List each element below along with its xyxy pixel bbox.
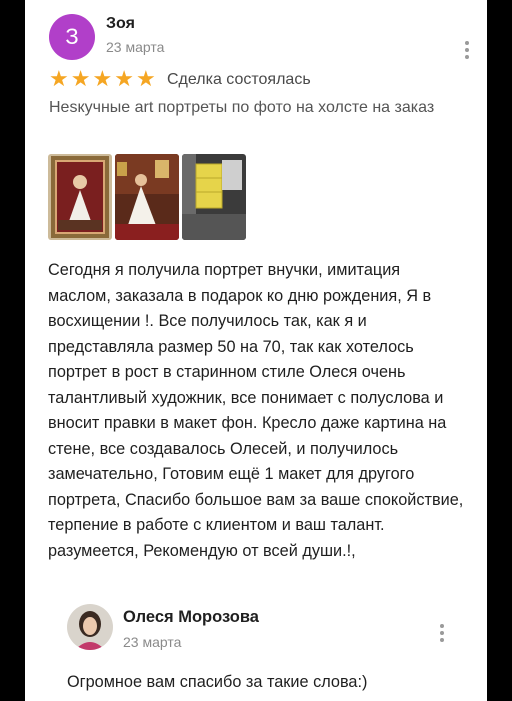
deal-status: Сделка состоялась bbox=[167, 71, 311, 88]
star-icon: ★ bbox=[135, 66, 156, 91]
star-icon: ★ bbox=[70, 66, 91, 91]
more-options-icon[interactable] bbox=[460, 39, 474, 61]
author-avatar[interactable]: З bbox=[49, 14, 95, 60]
product-title-link[interactable]: Hesкучные art портреты по фото на холсте… bbox=[49, 96, 459, 120]
review-photo-2[interactable] bbox=[115, 154, 179, 240]
seller-reply: Олеся Морозова 23 марта Огромное вам спа… bbox=[67, 604, 467, 694]
review-photo-3[interactable] bbox=[182, 154, 246, 240]
star-icon: ★ bbox=[49, 66, 69, 91]
star-icon: ★ bbox=[114, 66, 134, 91]
star-rating: ★ ★ ★ ★ ★ bbox=[49, 68, 156, 90]
seller-name[interactable]: Олеся Морозова bbox=[123, 608, 259, 627]
review-text: Сегодня я получила портрет внучки, имита… bbox=[48, 261, 464, 560]
author-name[interactable]: Зоя bbox=[106, 15, 135, 33]
reply-text: Огромное вам спасибо за такие слова:) bbox=[67, 673, 368, 691]
seller-avatar[interactable] bbox=[67, 604, 113, 650]
star-icon: ★ bbox=[92, 66, 113, 91]
review-date: 23 марта bbox=[106, 39, 165, 55]
photo-gallery bbox=[48, 154, 246, 240]
review-card: З Зоя 23 марта ★ ★ ★ ★ ★ Сделка состояла… bbox=[25, 0, 487, 701]
more-options-icon[interactable] bbox=[435, 622, 449, 644]
reply-date: 23 марта bbox=[123, 634, 182, 650]
review-photo-1[interactable] bbox=[48, 154, 112, 240]
rating-row: ★ ★ ★ ★ ★ Сделка состоялась bbox=[49, 68, 469, 92]
review-header: З Зоя 23 марта bbox=[49, 14, 469, 62]
